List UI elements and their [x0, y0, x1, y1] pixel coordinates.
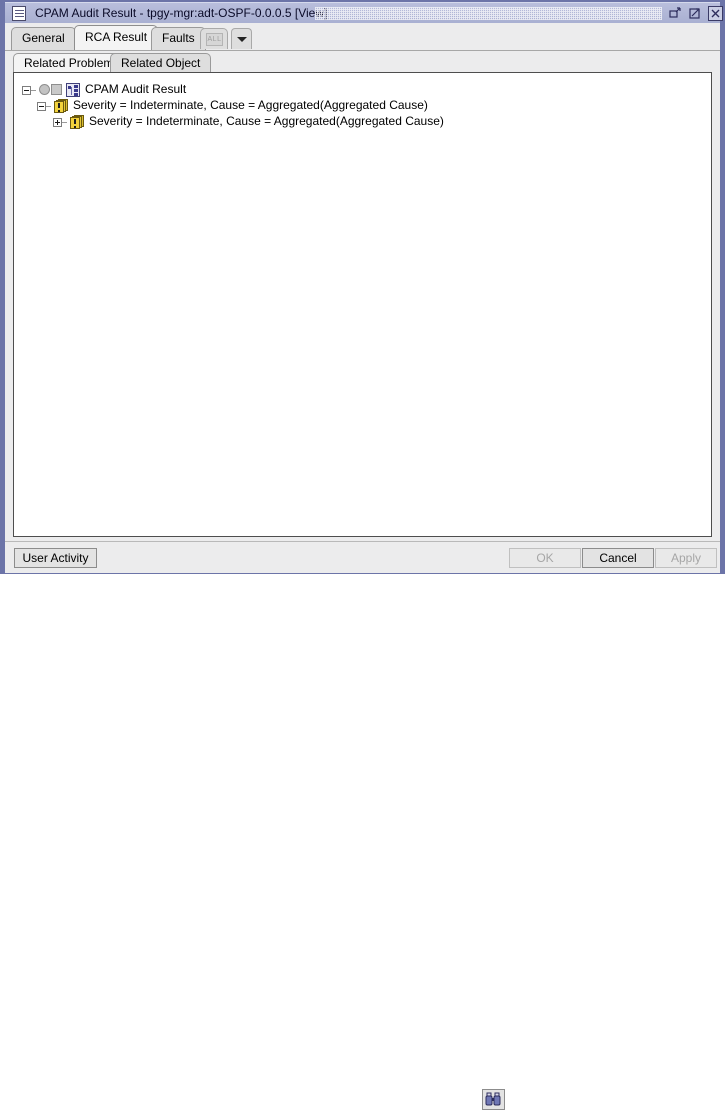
tree-hierarchy-icon	[66, 83, 80, 97]
cancel-button[interactable]: Cancel	[582, 548, 654, 568]
tree-row-label: CPAM Audit Result	[85, 82, 187, 96]
ok-button[interactable]: OK	[509, 548, 581, 568]
tab-rca-result[interactable]: RCA Result	[74, 25, 159, 50]
close-icon[interactable]	[708, 6, 723, 21]
sub-tab-bar: Related Problem Related Object	[5, 50, 720, 73]
apply-button[interactable]: Apply	[655, 548, 717, 568]
tree-elbow	[31, 90, 36, 91]
tab-bar: General RCA Result Faults ALL	[5, 23, 720, 50]
tree-expander-minus[interactable]	[37, 102, 46, 111]
all-icon: ALL	[206, 33, 223, 46]
application-window: CPAM Audit Result - tpgy-mgr:adt-OSPF-0.…	[0, 0, 725, 1110]
subtab-related-problem[interactable]: Related Problem	[13, 53, 125, 73]
binoculars-icon[interactable]	[482, 1089, 505, 1110]
user-activity-button[interactable]: User Activity	[14, 548, 97, 568]
tree-row[interactable]: Severity = Indeterminate, Cause = Aggreg…	[53, 114, 444, 130]
tree-row-label: Severity = Indeterminate, Cause = Aggreg…	[89, 114, 444, 128]
tab-all-button[interactable]: ALL	[200, 28, 228, 49]
tree-elbow	[62, 122, 67, 123]
circle-icon	[39, 84, 50, 95]
minimize-icon[interactable]	[668, 6, 683, 21]
tab-overflow-dropdown[interactable]	[231, 28, 252, 49]
title-drag-area[interactable]	[315, 7, 662, 20]
window-title: CPAM Audit Result - tpgy-mgr:adt-OSPF-0.…	[35, 6, 328, 20]
subtab-related-object[interactable]: Related Object	[110, 53, 212, 73]
warning-icon	[70, 115, 84, 129]
maximize-icon[interactable]	[688, 6, 703, 21]
tree-row-label: Severity = Indeterminate, Cause = Aggreg…	[73, 98, 428, 112]
tab-general[interactable]: General	[11, 27, 76, 50]
warning-icon	[54, 99, 68, 113]
square-icon	[51, 84, 62, 95]
tab-faults[interactable]: Faults	[151, 27, 206, 50]
chevron-down-icon	[237, 37, 247, 42]
related-problem-tree[interactable]: CPAM Audit Result Severity = Indetermina…	[13, 72, 712, 537]
tree-elbow	[46, 106, 51, 107]
tree-row[interactable]: Severity = Indeterminate, Cause = Aggreg…	[37, 98, 428, 114]
dialog-button-bar: User Activity OK Cancel Apply	[5, 541, 720, 1110]
tree-expander-plus[interactable]	[53, 118, 62, 127]
tree-expander-minus[interactable]	[22, 86, 31, 95]
document-icon	[12, 6, 26, 21]
tree-row[interactable]: CPAM Audit Result	[22, 82, 186, 98]
title-bar: CPAM Audit Result - tpgy-mgr:adt-OSPF-0.…	[5, 2, 723, 23]
